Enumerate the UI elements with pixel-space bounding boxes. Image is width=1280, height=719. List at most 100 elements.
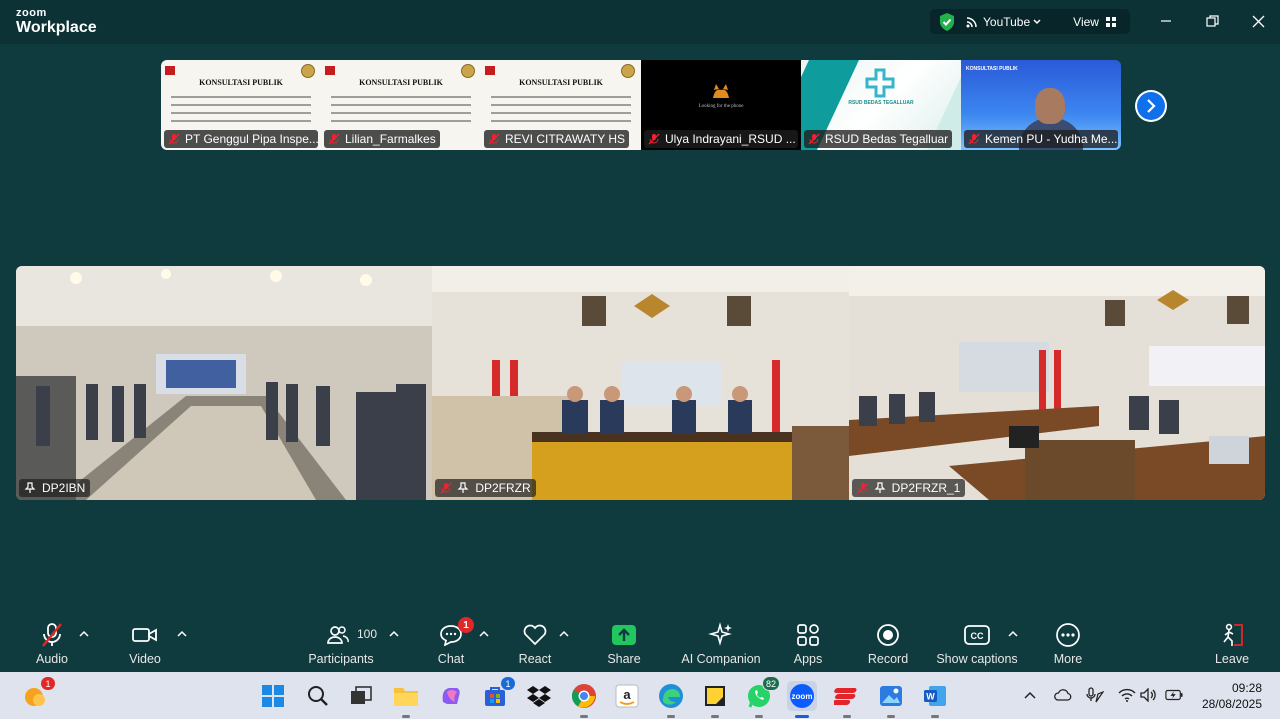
share-button[interactable]: Share [606,620,642,668]
whatsapp-app[interactable]: 82 [744,676,780,718]
heart-icon [523,624,547,646]
video-tile[interactable]: DP2FRZR [432,266,849,500]
photos-app[interactable] [876,681,906,718]
volume-tray[interactable] [1140,686,1158,704]
more-label: More [1053,652,1083,666]
participant-tile[interactable]: RSUD BEDAS TEGALLUAR RSUD Bedas Tegallua… [801,60,961,150]
muted-mic-icon [648,133,660,145]
audio-options-caret[interactable] [79,630,89,638]
captions-icon-wrap: CC [964,620,990,650]
dropbox-icon [527,686,551,707]
wifi-tray[interactable] [1118,686,1136,704]
broadcast-icon [966,16,977,27]
tray-overflow-button[interactable] [1021,686,1039,704]
leave-icon-wrap [1219,620,1245,650]
hospital-name: RSUD BEDAS TEGALLUAR [848,100,914,106]
record-label: Record [867,652,909,666]
participant-tile[interactable]: KONSULTASI PUBLIK REVI CITRAWATY HS [481,60,641,150]
start-button[interactable] [258,681,288,711]
word-app[interactable]: W [920,681,950,718]
video-button[interactable]: Video [127,620,163,668]
video-tile[interactable]: DP2IBN [16,266,433,500]
store-app[interactable]: 1 [480,676,516,711]
minimize-button[interactable] [1156,10,1176,32]
video-gallery: DP2IBN DP2FRZR DP2FRZR_1 [16,266,1265,500]
video-options-caret[interactable] [177,630,187,638]
react-icon-wrap [522,620,548,650]
copilot-app[interactable] [436,681,466,711]
restore-button[interactable] [1202,10,1222,32]
photos-icon [880,686,902,706]
text-line [491,112,631,114]
close-icon [1252,15,1264,27]
participant-tile[interactable]: Looking for the phone Ulya Indrayani_RSU… [641,60,801,150]
video-tile[interactable]: DP2FRZR_1 [848,266,1265,500]
chrome-icon [571,684,596,708]
livestream-button[interactable]: YouTube [966,15,1049,29]
amazon-app[interactable]: a [612,681,642,711]
ai-companion-button[interactable]: AI Companion [681,620,761,668]
muted-mic-icon [168,133,180,145]
pin-icon [24,482,36,493]
apps-button[interactable]: Apps [790,620,826,668]
emblem [301,64,315,78]
participant-name: Lilian_Farmalkes [345,132,436,146]
clock-date: 28/08/2025 [1201,697,1262,711]
svg-text:a: a [623,687,631,702]
next-page-button[interactable] [1135,90,1167,122]
shield-check-icon[interactable] [938,12,956,32]
react-button[interactable]: React [517,620,553,668]
grid-view-icon [1105,16,1116,27]
text-line [171,120,311,122]
chat-icon-wrap: 1 [439,617,474,650]
audio-button[interactable]: Audio [34,620,70,668]
weather-widget[interactable]: 1 [20,676,56,711]
muted-mic-icon [42,623,62,647]
close-button[interactable] [1248,10,1268,32]
sticky-notes-app[interactable] [700,681,730,718]
red-cloud-icon [834,688,857,705]
dropbox-app[interactable] [524,681,554,711]
zoom-app[interactable]: zoom [787,681,817,718]
running-indicator [580,715,588,718]
participant-tile[interactable]: KONSULTASI PUBLIK PT Genggul Pipa Inspe.… [161,60,321,150]
ai-label: AI Companion [681,652,761,666]
text-line [331,104,471,106]
participant-name: Ulya Indrayani_RSUD ... [665,132,796,146]
participants-button[interactable]: 100 Participants [305,620,377,668]
captions-button[interactable]: CC Show captions [935,620,1019,668]
search-button[interactable] [303,681,333,711]
emblem [461,64,475,78]
chrome-app[interactable] [569,681,599,718]
participants-options-caret[interactable] [389,630,399,638]
brand-top: zoom [16,7,47,19]
system-clock[interactable]: 09:28 28/08/2025 [1202,680,1262,712]
edge-app[interactable] [656,681,686,718]
location-tray[interactable] [1086,686,1104,704]
participant-tile[interactable]: KONSULTASI PUBLIK Lilian_Farmalkes [321,60,481,150]
leave-button[interactable]: Leave [1214,620,1250,668]
emblem [621,64,635,78]
react-options-caret[interactable] [559,630,569,638]
battery-tray[interactable] [1165,686,1183,704]
running-indicator [402,715,410,718]
cloud-app[interactable] [832,681,862,718]
record-button[interactable]: Record [867,620,909,668]
text-line [491,104,631,106]
livestream-label: YouTube [983,14,1031,29]
task-view-button[interactable] [346,681,376,711]
chat-options-caret[interactable] [479,630,489,638]
participant-tile[interactable]: KONSULTASI PUBLIK Kemen PU - Yudha Me... [961,60,1121,150]
svg-text:CC: CC [971,631,984,641]
onedrive-tray[interactable] [1054,686,1072,704]
speaker-icon [1140,688,1156,702]
wifi-icon [1118,688,1136,702]
word-icon: W [924,686,946,706]
more-button[interactable]: More [1050,620,1086,668]
captions-options-caret[interactable] [1008,630,1018,638]
file-explorer-app[interactable] [391,681,421,718]
view-button[interactable]: View [1073,15,1121,29]
chat-button[interactable]: 1 Chat [433,617,474,668]
participant-name-tag: DP2FRZR [435,479,536,497]
search-icon [308,686,328,706]
